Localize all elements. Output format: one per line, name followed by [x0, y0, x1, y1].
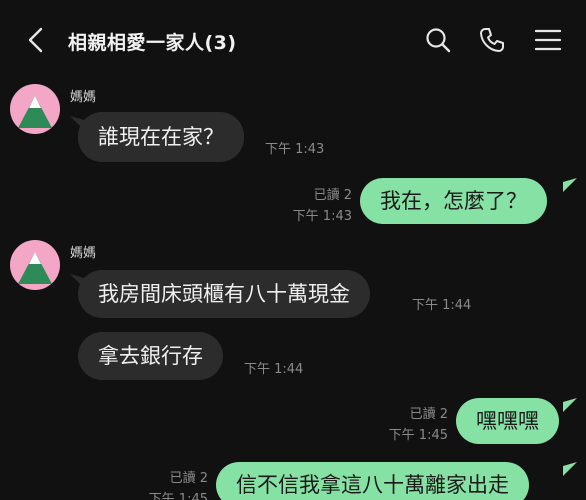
read-receipt: 已讀 2 [169, 471, 208, 486]
message-bubble[interactable]: 信不信我拿這八十萬離家出走 [216, 462, 529, 500]
message-bubble[interactable]: 我房間床頭櫃有八十萬現金 [78, 270, 370, 318]
message-bubble[interactable]: 嘿嘿嘿 [456, 398, 559, 444]
message-time: 下午 1:43 [265, 142, 325, 157]
read-receipt: 已讀 2 [409, 407, 448, 422]
mountain-avatar-icon [18, 96, 52, 128]
message-time: 下午 1:43 [292, 209, 352, 224]
menu-icon[interactable] [535, 28, 561, 52]
avatar[interactable] [10, 240, 60, 290]
chevron-left-icon[interactable] [24, 26, 48, 54]
phone-icon[interactable] [478, 26, 506, 54]
chat-header: 相親相愛一家人(3) [0, 0, 586, 82]
message-bubble[interactable]: 拿去銀行存 [78, 332, 223, 380]
bubble-tail [563, 178, 577, 192]
mountain-avatar-icon [18, 252, 52, 284]
bubble-tail [563, 398, 577, 412]
message-time: 下午 1:45 [388, 428, 448, 443]
sender-name: 媽媽 [70, 246, 97, 261]
bubble-tail [563, 462, 577, 476]
search-icon[interactable] [424, 26, 452, 54]
chat-title: 相親相愛一家人(3) [68, 32, 237, 54]
sender-name: 媽媽 [70, 90, 97, 105]
read-receipt: 已讀 2 [313, 188, 352, 203]
message-bubble[interactable]: 我在，怎麼了？ [360, 178, 547, 224]
message-bubble[interactable]: 誰現在在家？ [78, 112, 244, 162]
avatar[interactable] [10, 84, 60, 134]
message-time: 下午 1:44 [412, 298, 472, 313]
message-time: 下午 1:44 [244, 362, 304, 377]
message-time: 下午 1:45 [148, 492, 208, 500]
